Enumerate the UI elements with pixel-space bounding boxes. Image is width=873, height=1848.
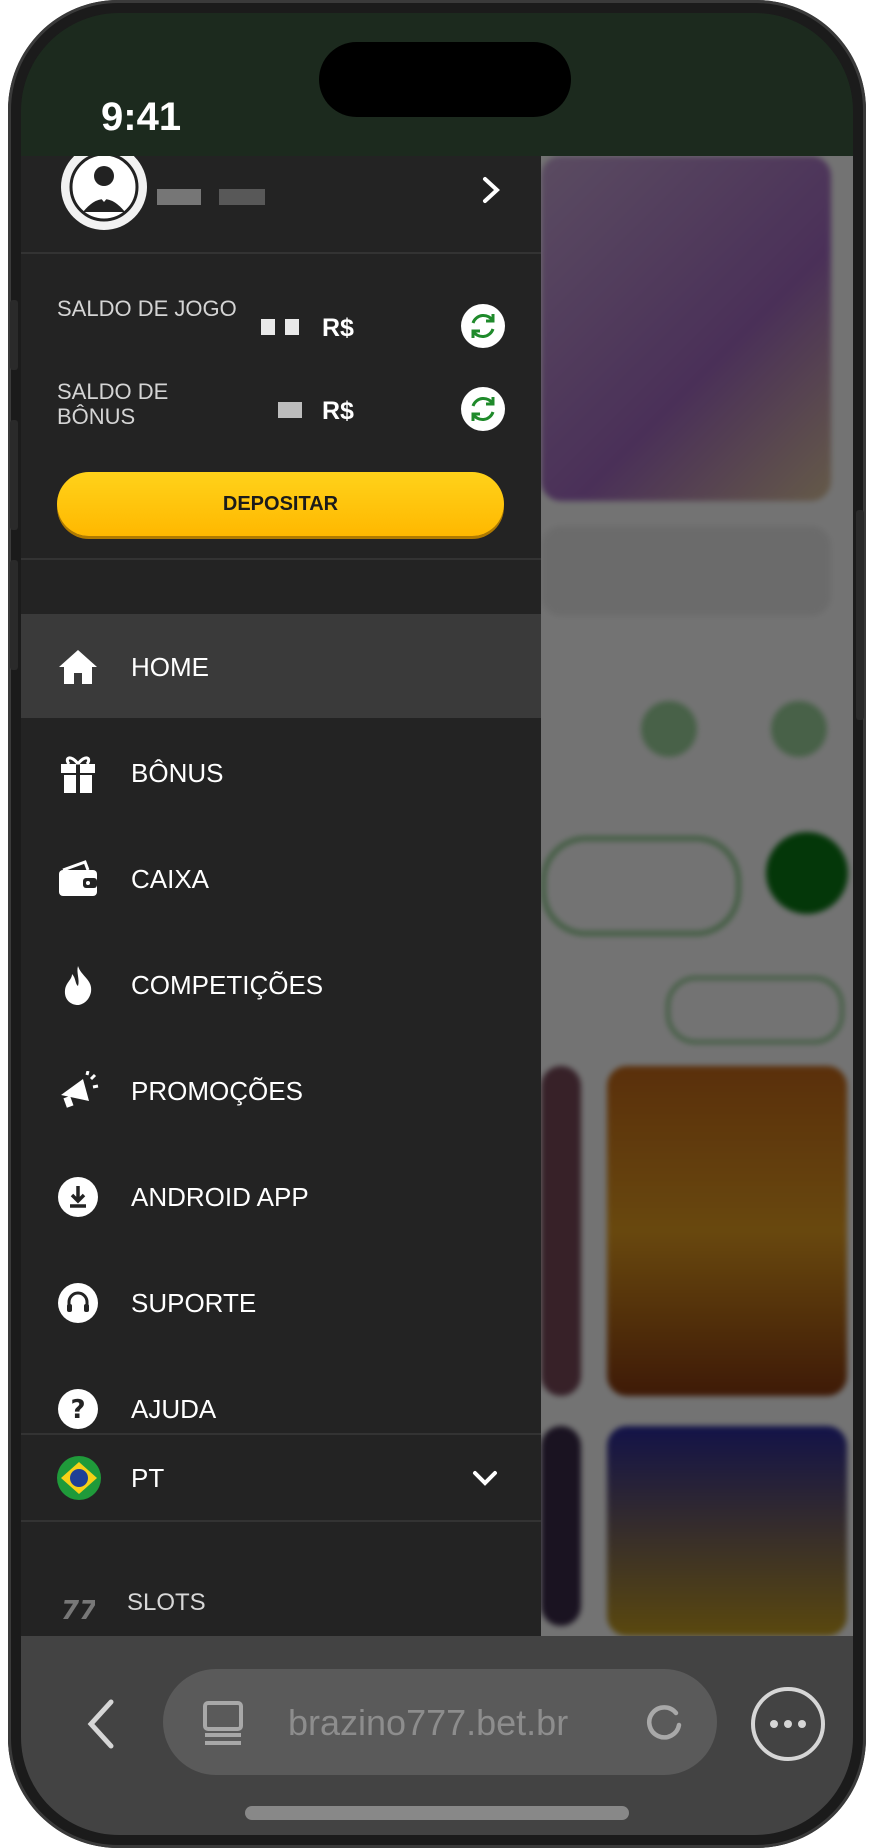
svg-text:?: ? xyxy=(70,1395,85,1425)
menu-item-suporte[interactable]: SUPORTE xyxy=(21,1250,541,1354)
refresh-icon[interactable] xyxy=(461,304,505,348)
menu-item-competicoes[interactable]: COMPETIÇÕES xyxy=(21,932,541,1036)
side-drawer: SALDO DE JOGO R$ SALDO DE BÔNUS R$ DEPOS… xyxy=(21,156,541,1636)
masked-username xyxy=(157,189,201,205)
user-avatar-icon xyxy=(61,156,147,230)
menu-label: COMPETIÇÕES xyxy=(131,970,324,1000)
divider xyxy=(21,1520,541,1522)
menu-label: ANDROID APP xyxy=(131,1182,309,1212)
volume-up-button xyxy=(10,420,18,530)
menu-label: AJUDA xyxy=(131,1394,217,1424)
menu-item-android-app[interactable]: ANDROID APP xyxy=(21,1144,541,1248)
volume-down-button xyxy=(10,560,18,670)
game-balance-label: SALDO DE JOGO xyxy=(57,296,237,321)
menu-item-promocoes[interactable]: PROMOÇÕES xyxy=(21,1038,541,1142)
masked-balance xyxy=(285,319,299,335)
menu-label: HOME xyxy=(131,652,209,682)
menu-label: CAIXA xyxy=(131,864,210,894)
headset-icon xyxy=(57,1282,99,1324)
more-options-icon[interactable] xyxy=(751,1687,825,1761)
power-button xyxy=(856,510,864,720)
reload-icon[interactable] xyxy=(643,1701,685,1743)
chevron-down-icon xyxy=(471,1464,499,1492)
masked-balance xyxy=(278,402,302,418)
gift-icon xyxy=(57,752,99,794)
browser-toolbar: brazino777.bet.br xyxy=(21,1636,853,1835)
url-text: brazino777.bet.br xyxy=(288,1702,569,1743)
bonus-balance-currency: R$ xyxy=(322,397,354,425)
language-code: PT xyxy=(131,1463,165,1493)
drawer-overlay[interactable] xyxy=(541,156,853,1636)
slots-section-label[interactable]: SLOTS xyxy=(127,1589,206,1617)
status-time: 9:41 xyxy=(101,95,182,139)
divider xyxy=(21,558,541,560)
address-bar[interactable]: brazino777.bet.br xyxy=(163,1669,717,1775)
game-balance-currency: R$ xyxy=(322,314,354,342)
download-icon xyxy=(57,1176,99,1218)
status-bar: 9:41 xyxy=(21,13,853,156)
action-button xyxy=(10,300,18,370)
home-icon xyxy=(57,646,99,688)
dynamic-island xyxy=(319,42,571,117)
menu-label: SUPORTE xyxy=(131,1288,257,1318)
menu-item-caixa[interactable]: CAIXA xyxy=(21,826,541,930)
bonus-balance-label: SALDO DE BÔNUS xyxy=(57,379,169,429)
megaphone-icon xyxy=(57,1070,99,1112)
menu-item-home[interactable]: HOME xyxy=(21,614,541,718)
home-indicator[interactable] xyxy=(245,1806,629,1820)
deposit-button[interactable]: DEPOSITAR xyxy=(57,472,504,536)
tab-icon xyxy=(201,1699,245,1747)
phone-frame: 9:41 SALDO DE JOGO R$ SALDO DE BÔNUS R$ … xyxy=(8,0,866,1848)
masked-balance xyxy=(261,319,275,335)
brazil-flag-icon xyxy=(57,1456,101,1500)
svg-text:77: 77 xyxy=(61,1596,95,1623)
menu-label: BÔNUS xyxy=(131,758,224,788)
menu-item-bonus[interactable]: BÔNUS xyxy=(21,720,541,824)
wallet-icon xyxy=(57,858,99,900)
chevron-right-icon[interactable] xyxy=(471,170,511,210)
profile-row[interactable] xyxy=(21,156,541,254)
language-selector[interactable]: PT xyxy=(21,1434,541,1520)
slots-icon: 77 xyxy=(61,1593,98,1626)
menu-label: PROMOÇÕES xyxy=(131,1076,303,1106)
screen: 9:41 SALDO DE JOGO R$ SALDO DE BÔNUS R$ … xyxy=(21,13,853,1835)
fire-icon xyxy=(57,964,99,1006)
help-icon: ? xyxy=(57,1388,99,1430)
back-icon[interactable] xyxy=(71,1694,131,1754)
refresh-icon[interactable] xyxy=(461,387,505,431)
masked-username xyxy=(219,189,265,205)
